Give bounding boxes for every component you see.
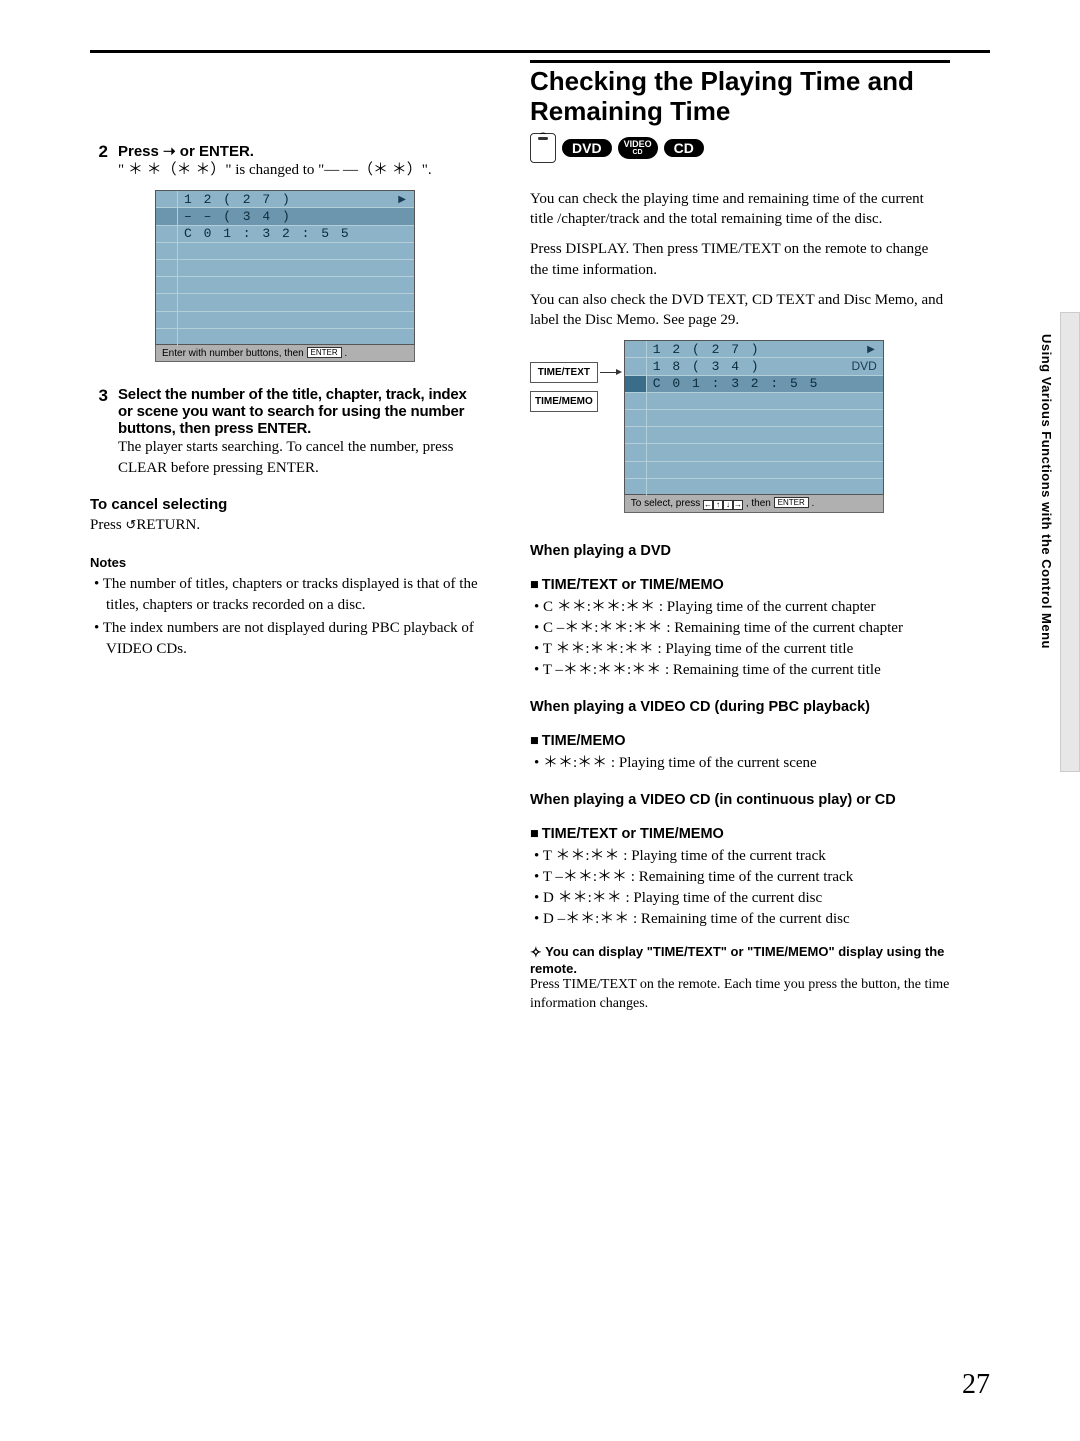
return-icon: ↺ <box>125 517 136 532</box>
text: Press <box>118 143 163 160</box>
lcd-line-1: 1 2 ( 2 7 ) <box>184 192 292 207</box>
list-item: T ＊＊:＊＊ : Playing time of the current tr… <box>546 846 950 867</box>
lcd-display-2-wrap: TIME/TEXT TIME/MEMO ▶ DVD 1 2 ( 2 7 ) 1 … <box>530 340 950 513</box>
right-arrow-icon: ➝ <box>163 143 176 160</box>
note-item: The number of titles, chapters or tracks… <box>106 574 480 616</box>
vcd-pbc-heading: When playing a VIDEO CD (during PBC play… <box>530 699 950 715</box>
vcd-pbc-bullet-list: ＊＊:＊＊ : Playing time of the current scen… <box>530 753 950 774</box>
dvd-pill: DVD <box>562 139 612 157</box>
text: or ENTER. <box>176 143 254 160</box>
side-section-label: Using Various Functions with the Control… <box>1039 334 1054 649</box>
tip-icon: ✧ <box>530 944 542 960</box>
list-item: T –＊＊:＊＊ : Remaining time of the current… <box>546 867 950 888</box>
left-column: 2 Press ➝ or ENTER. " ＊ ＊（＊ ＊）" is chang… <box>90 142 480 1014</box>
intro-para-1: You can check the playing time and remai… <box>530 189 950 230</box>
note-item: The index numbers are not displayed duri… <box>106 618 480 660</box>
page-number: 27 <box>962 1369 990 1401</box>
lcd-caption-1: Enter with number buttons, then ENTER . <box>155 345 415 362</box>
cd-pill: CD <box>664 139 704 157</box>
lcd-line-1: 1 2 ( 2 7 ) <box>653 342 761 357</box>
step-3-title: Select the number of the title, chapter,… <box>118 386 480 437</box>
list-item: T –＊＊:＊＊:＊＊ : Remaining time of the curr… <box>546 660 950 681</box>
dvd-subheading: TIME/TEXT or TIME/MEMO <box>530 577 950 593</box>
dvd-mode-heading: When playing a DVD <box>530 543 950 559</box>
media-badges: ⌢ DVD VIDEOCD CD <box>530 133 950 163</box>
right-column: Checking the Playing Time and Remaining … <box>530 60 950 1014</box>
list-item: T ＊＊:＊＊:＊＊ : Playing time of the current… <box>546 639 950 660</box>
vcd-cd-heading: When playing a VIDEO CD (in continuous p… <box>530 792 950 808</box>
lcd-line-3: C 0 1 : 3 2 : 5 5 <box>184 226 351 241</box>
list-item: D –＊＊:＊＊ : Remaining time of the current… <box>546 909 950 930</box>
side-thumb-tab <box>1060 312 1080 772</box>
intro-para-3: You can also check the DVD TEXT, CD TEXT… <box>530 290 950 331</box>
video-cd-pill: VIDEOCD <box>618 137 658 159</box>
lcd-line-2: – – ( 3 4 ) <box>184 209 292 224</box>
remote-icon: ⌢ <box>530 133 556 163</box>
tip-body: Press TIME/TEXT on the remote. Each time… <box>530 976 950 1014</box>
cancel-heading: To cancel selecting <box>90 496 480 513</box>
lcd-line-2: 1 8 ( 3 4 ) <box>653 359 761 374</box>
text: . <box>342 348 348 359</box>
cancel-body: Press ↺RETURN. <box>90 515 480 535</box>
notes-list: The number of titles, chapters or tracks… <box>90 574 480 660</box>
tip-heading: ✧ You can display "TIME/TEXT" or "TIME/M… <box>530 944 950 976</box>
text: . <box>809 498 815 509</box>
section-title: Checking the Playing Time and Remaining … <box>530 60 950 127</box>
lcd-display-1: ▶ DVD 1 2 ( 2 7 ) – – ( 3 4 ) C 0 1 : 3 … <box>155 190 415 362</box>
text: Enter with number buttons, then <box>162 348 307 359</box>
step-3-number: 3 <box>90 386 108 478</box>
text: To select, press <box>631 498 703 509</box>
lcd-line-3: C 0 1 : 3 2 : 5 5 <box>653 376 820 391</box>
vcd-pbc-subheading: TIME/MEMO <box>530 733 950 749</box>
step-2-title: Press ➝ or ENTER. <box>118 142 480 160</box>
time-memo-label: TIME/MEMO <box>530 391 598 412</box>
dvd-bullet-list: C ＊＊:＊＊:＊＊ : Playing time of the current… <box>530 597 950 681</box>
vcd-cd-bullet-list: T ＊＊:＊＊ : Playing time of the current tr… <box>530 846 950 930</box>
step-3-body: The player starts searching. To cancel t… <box>118 437 480 478</box>
arrow-keys-icon: ←↑↓→ <box>703 500 743 510</box>
pointer-arrow-icon <box>600 340 622 513</box>
lcd-caption-2: To select, press ←↑↓→ , then ENTER . <box>624 495 884 513</box>
intro-para-2: Press DISPLAY. Then press TIME/TEXT on t… <box>530 239 950 280</box>
top-rule <box>90 50 990 53</box>
list-item: C –＊＊:＊＊:＊＊ : Remaining time of the curr… <box>546 618 950 639</box>
enter-key-icon: ENTER <box>307 347 342 358</box>
list-item: C ＊＊:＊＊:＊＊ : Playing time of the current… <box>546 597 950 618</box>
vcd-cd-subheading: TIME/TEXT or TIME/MEMO <box>530 826 950 842</box>
text: , then <box>743 498 774 509</box>
list-item: ＊＊:＊＊ : Playing time of the current scen… <box>546 753 950 774</box>
time-text-label: TIME/TEXT <box>530 362 598 383</box>
step-2-number: 2 <box>90 142 108 180</box>
enter-key-icon: ENTER <box>774 497 809 508</box>
text: You can display "TIME/TEXT" or "TIME/MEM… <box>530 944 944 976</box>
step-2-body: " ＊ ＊（＊ ＊）" is changed to "— —（＊ ＊）". <box>118 160 480 180</box>
notes-heading: Notes <box>90 555 480 570</box>
list-item: D ＊＊:＊＊ : Playing time of the current di… <box>546 888 950 909</box>
